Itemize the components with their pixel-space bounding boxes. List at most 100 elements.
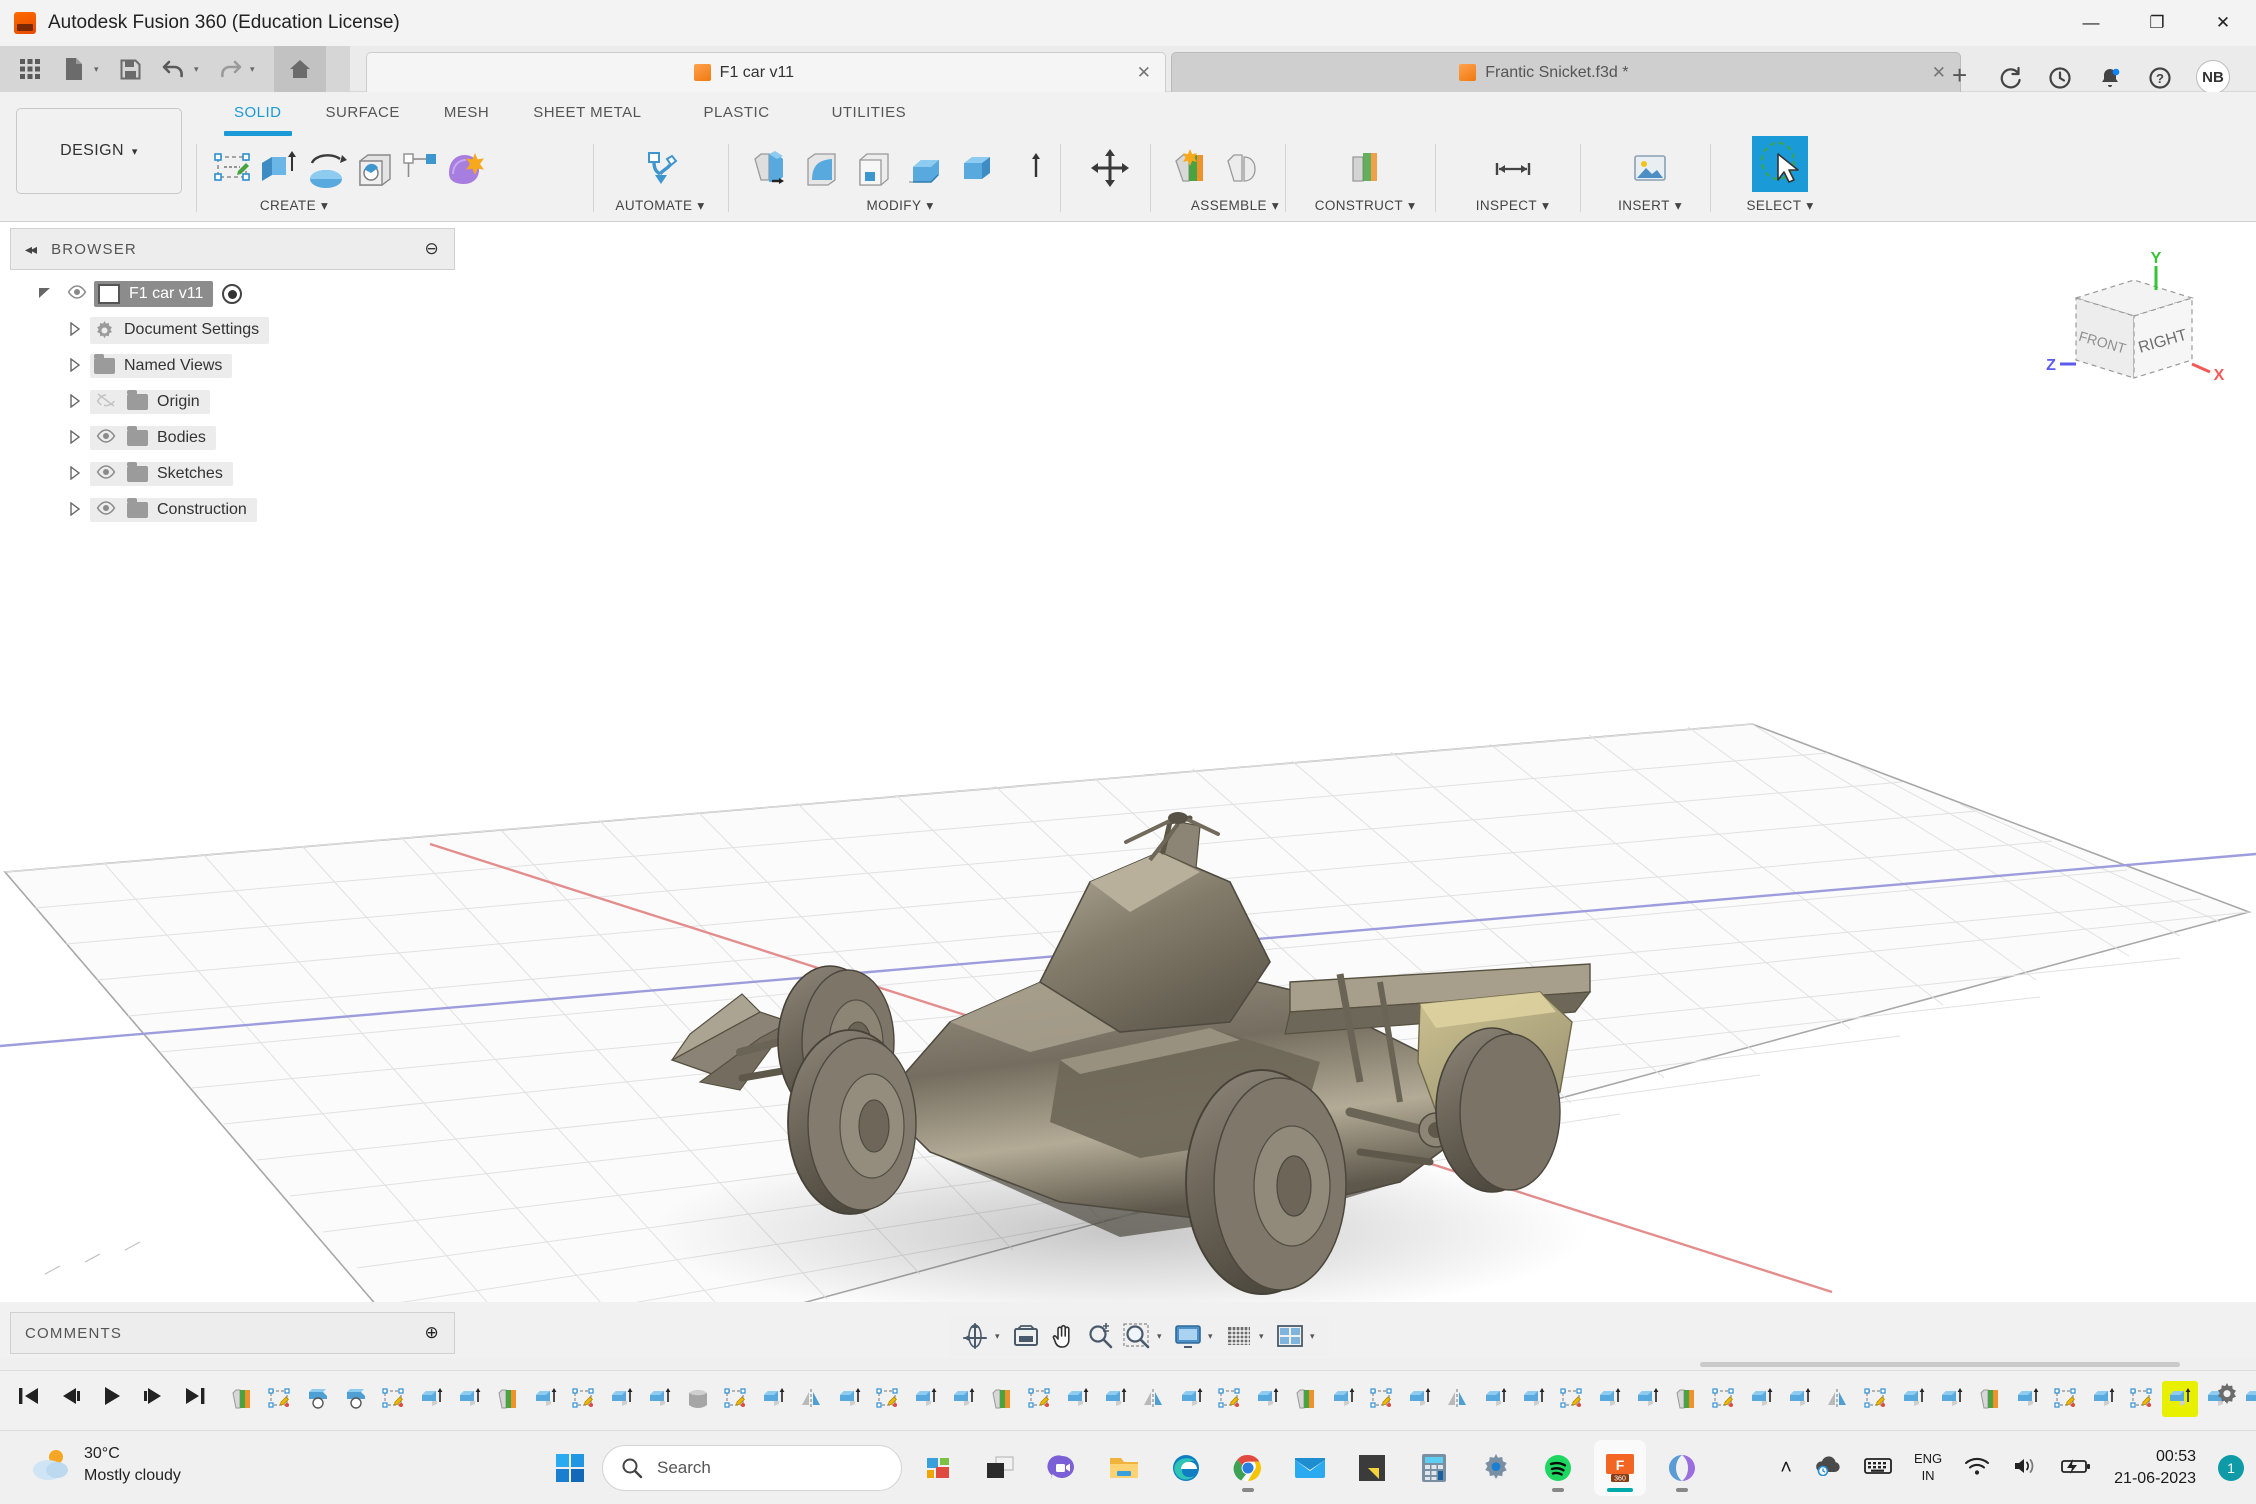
taskbar-clock[interactable]: 00:53 21-06-2023 bbox=[2114, 1446, 2196, 1489]
timeline-feature-node[interactable] bbox=[946, 1381, 982, 1417]
minimize-button[interactable]: — bbox=[2058, 0, 2124, 46]
new-document-icon[interactable] bbox=[54, 50, 94, 88]
ribbon-group-inspect-label[interactable]: INSPECT▾ bbox=[1445, 198, 1580, 214]
timeline-feature-node[interactable] bbox=[794, 1381, 830, 1417]
timeline-feature-node[interactable] bbox=[2124, 1381, 2160, 1417]
zoom-window-icon[interactable] bbox=[1120, 1319, 1154, 1353]
viewports-caret-icon[interactable]: ▾ bbox=[1310, 1331, 1321, 1342]
timeline-feature-node[interactable] bbox=[2048, 1381, 2084, 1417]
home-icon[interactable] bbox=[274, 46, 326, 92]
display-settings-icon[interactable] bbox=[1171, 1319, 1205, 1353]
timeline-feature-node[interactable] bbox=[1288, 1381, 1324, 1417]
file-explorer-icon[interactable] bbox=[1098, 1440, 1150, 1496]
spotify-icon[interactable] bbox=[1532, 1440, 1584, 1496]
timeline-feature-node[interactable] bbox=[566, 1381, 602, 1417]
tree-item-sketches[interactable]: Sketches bbox=[90, 462, 233, 486]
tray-expand-chevron-icon[interactable]: ˄ bbox=[1780, 1457, 1792, 1480]
step-forward-icon[interactable] bbox=[142, 1386, 164, 1412]
tab-plastic[interactable]: PLASTIC bbox=[682, 98, 792, 128]
ribbon-group-create-label[interactable]: CREATE▾ bbox=[206, 198, 382, 214]
timeline-feature-node[interactable] bbox=[1782, 1381, 1818, 1417]
job-status-icon[interactable] bbox=[2044, 62, 2076, 94]
create-form-icon[interactable] bbox=[444, 144, 488, 192]
timeline-feature-node[interactable] bbox=[870, 1381, 906, 1417]
go-to-beginning-icon[interactable] bbox=[18, 1386, 40, 1412]
microsoft-365-icon[interactable] bbox=[1656, 1440, 1708, 1496]
measure-icon[interactable] bbox=[1489, 144, 1537, 192]
zoom-icon[interactable] bbox=[1083, 1319, 1117, 1353]
add-document-tab-button[interactable]: + bbox=[1952, 60, 1967, 91]
timeline-feature-node[interactable] bbox=[718, 1381, 754, 1417]
draft-icon[interactable] bbox=[902, 144, 950, 192]
timeline-feature-node[interactable] bbox=[1972, 1381, 2008, 1417]
battery-icon[interactable] bbox=[2060, 1456, 2092, 1481]
press-pull-icon[interactable] bbox=[746, 144, 794, 192]
onedrive-icon[interactable] bbox=[1814, 1456, 1842, 1481]
timeline-feature-node[interactable] bbox=[1820, 1381, 1856, 1417]
tree-row-named-views[interactable]: Named Views bbox=[10, 348, 455, 384]
tree-row-sketches[interactable]: Sketches bbox=[10, 456, 455, 492]
timeline-feature-node[interactable] bbox=[1592, 1381, 1628, 1417]
document-tab-frantic-snicket[interactable]: Frantic Snicket.f3d * ✕ bbox=[1171, 52, 1961, 92]
create-sketch-icon[interactable] bbox=[212, 144, 252, 192]
timeline-feature-node[interactable] bbox=[1896, 1381, 1932, 1417]
timeline-feature-node[interactable] bbox=[2162, 1381, 2198, 1417]
tree-row-origin[interactable]: Origin bbox=[10, 384, 455, 420]
visibility-eye-icon[interactable] bbox=[60, 285, 94, 303]
visibility-eye-off-icon[interactable] bbox=[94, 393, 118, 411]
play-icon[interactable] bbox=[102, 1386, 122, 1412]
pan-hand-icon[interactable] bbox=[1046, 1319, 1080, 1353]
undo-icon[interactable] bbox=[154, 50, 194, 88]
expand-arrow-icon[interactable] bbox=[60, 394, 90, 411]
timeline-feature-node[interactable] bbox=[604, 1381, 640, 1417]
ribbon-group-construct-label[interactable]: CONSTRUCT▾ bbox=[1295, 198, 1435, 214]
timeline-feature-node[interactable] bbox=[1668, 1381, 1704, 1417]
timeline-feature-node[interactable] bbox=[376, 1381, 412, 1417]
comments-panel[interactable]: COMMENTS ⊕ bbox=[10, 1312, 455, 1354]
visibility-eye-icon[interactable] bbox=[94, 429, 118, 447]
timeline-feature-node[interactable] bbox=[2086, 1381, 2122, 1417]
tree-item-f1-car[interactable]: F1 car v11 bbox=[94, 281, 213, 307]
chat-teams-icon[interactable] bbox=[1036, 1440, 1088, 1496]
volume-icon[interactable] bbox=[2012, 1456, 2038, 1481]
save-icon[interactable] bbox=[110, 50, 150, 88]
keyboard-icon[interactable] bbox=[1864, 1456, 1892, 1481]
tree-row-document-settings[interactable]: Document Settings bbox=[10, 312, 455, 348]
timeline-feature-node[interactable] bbox=[452, 1381, 488, 1417]
expand-arrow-icon[interactable] bbox=[60, 430, 90, 447]
display-settings-caret-icon[interactable]: ▾ bbox=[1208, 1331, 1219, 1342]
timeline-feature-node[interactable] bbox=[984, 1381, 1020, 1417]
timeline-feature-node[interactable] bbox=[1744, 1381, 1780, 1417]
timeline-feature-node[interactable] bbox=[1858, 1381, 1894, 1417]
pan-display-icon[interactable] bbox=[1009, 1319, 1043, 1353]
shell-icon[interactable] bbox=[850, 144, 898, 192]
scale-icon[interactable] bbox=[954, 144, 1002, 192]
timeline-feature-node[interactable] bbox=[490, 1381, 526, 1417]
timeline-feature-node[interactable] bbox=[338, 1381, 374, 1417]
visibility-eye-icon[interactable] bbox=[94, 501, 118, 519]
timeline-feature-node[interactable] bbox=[262, 1381, 298, 1417]
timeline-feature-node[interactable] bbox=[1174, 1381, 1210, 1417]
tab-surface[interactable]: SURFACE bbox=[304, 98, 422, 128]
timeline-feature-node[interactable] bbox=[2238, 1381, 2256, 1417]
settings-icon[interactable] bbox=[1470, 1440, 1522, 1496]
combine-icon[interactable] bbox=[1006, 144, 1054, 192]
timeline-feature-node[interactable] bbox=[2010, 1381, 2046, 1417]
ribbon-group-modify-label[interactable]: MODIFY▾ bbox=[740, 198, 1060, 214]
tree-row-construction[interactable]: Construction bbox=[10, 492, 455, 528]
timeline-feature-node[interactable] bbox=[300, 1381, 336, 1417]
expand-arrow-icon[interactable] bbox=[60, 466, 90, 483]
redo-icon[interactable] bbox=[210, 50, 250, 88]
taskbar-search-box[interactable]: Search bbox=[602, 1445, 902, 1491]
windows-start-icon[interactable] bbox=[548, 1446, 592, 1490]
wifi-icon[interactable] bbox=[1964, 1456, 1990, 1481]
ribbon-group-select-label[interactable]: SELECT▾ bbox=[1720, 198, 1840, 214]
go-to-end-icon[interactable] bbox=[184, 1386, 206, 1412]
redo-caret[interactable]: ▾ bbox=[250, 64, 262, 75]
timeline-feature-node[interactable] bbox=[1022, 1381, 1058, 1417]
move-copy-icon[interactable] bbox=[1086, 144, 1134, 192]
timeline-feature-node[interactable] bbox=[1478, 1381, 1514, 1417]
user-avatar[interactable]: NB bbox=[2196, 60, 2230, 94]
timeline-feature-node[interactable] bbox=[1136, 1381, 1172, 1417]
viewports-icon[interactable] bbox=[1273, 1319, 1307, 1353]
